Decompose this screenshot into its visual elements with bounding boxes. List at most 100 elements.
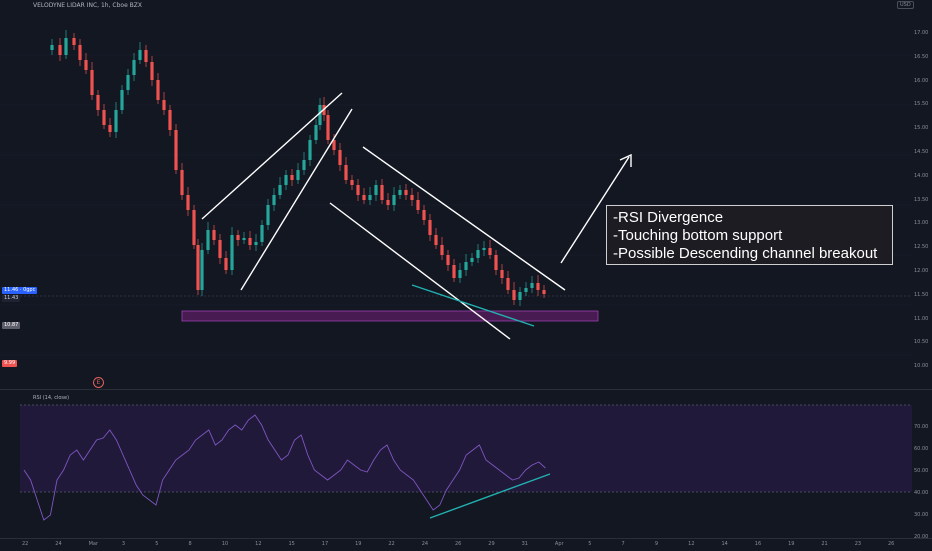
candle-body (192, 210, 196, 245)
candle-body (416, 200, 420, 210)
candle-body (458, 270, 462, 278)
candle-body (162, 100, 166, 110)
candle-body (494, 255, 498, 270)
candle-body (338, 150, 342, 165)
candle-body (422, 210, 426, 220)
candle-body (482, 248, 486, 250)
annotation-line-1: -RSI Divergence (613, 209, 724, 226)
candle-body (536, 283, 540, 290)
time-axis-label: 7 (621, 541, 625, 547)
price-axis-label: 11.50 (914, 291, 929, 298)
time-axis-label: 12 (688, 541, 695, 547)
candle-body (326, 115, 330, 140)
candle-body (186, 195, 190, 210)
time-axis-label: 24 (55, 541, 62, 547)
candle-body (230, 235, 234, 270)
annotation-box[interactable]: -RSI Divergence -Touching bottom support… (606, 205, 893, 265)
candle-body (428, 220, 432, 235)
time-axis-label: 14 (721, 541, 728, 547)
channel-lines (201, 92, 632, 340)
candle-body (218, 240, 222, 258)
candle-body (84, 60, 88, 70)
time-axis-label: 31 (521, 541, 528, 547)
candle-body (440, 245, 444, 255)
candle-body (318, 105, 322, 125)
candle-body (108, 125, 112, 132)
price-axis-label: 14.50 (914, 149, 929, 155)
time-axis-label: 29 (488, 541, 495, 547)
candle-body (524, 288, 528, 292)
candle-body (242, 238, 246, 240)
time-axis-label: 12 (255, 541, 262, 547)
candle-body (392, 195, 396, 205)
time-axis-label: 8 (188, 541, 192, 547)
time-axis-label: 26 (888, 541, 895, 547)
candle-body (290, 175, 294, 180)
time-axis-label: 22 (388, 541, 395, 547)
breakout-arrow-head (619, 153, 632, 167)
candle-body (150, 62, 154, 80)
price-axis-label: 11.00 (914, 315, 929, 322)
rsi-axis-label: 70.00 (914, 424, 929, 430)
time-axis-label: 24 (421, 541, 429, 547)
time-axis-label: Mar (88, 541, 99, 547)
candle-body (248, 238, 252, 245)
current-price-tag-2: 11.43 (2, 295, 21, 302)
candle-body (464, 262, 468, 270)
rsi-axis-label: 60.00 (914, 446, 929, 452)
time-axis-label: 19 (355, 541, 362, 547)
candle-body (144, 50, 148, 62)
time-axis-label: 15 (288, 541, 295, 547)
candle-body (120, 90, 124, 110)
price-chart[interactable] (0, 0, 932, 550)
rsi-axis-label: 40.00 (914, 490, 929, 496)
candlestick-series (50, 30, 546, 306)
candle-body (102, 110, 106, 125)
candle-body (132, 60, 136, 75)
candle-body (446, 255, 450, 265)
candle-body (362, 195, 366, 200)
time-axis-label: 10 (221, 541, 229, 547)
candle-body (308, 140, 312, 160)
rsi-title[interactable]: RSI (14, close) (33, 395, 69, 401)
support-zone (181, 310, 599, 322)
event-marker-icon[interactable]: E (93, 377, 104, 388)
current-price-tag: 11.46 · 0gpc (2, 287, 38, 294)
rsi-axis-label: 30.00 (914, 512, 929, 518)
candle-body (200, 250, 204, 290)
price-axis-label: 12.00 (914, 268, 929, 274)
time-axis-label: 17 (321, 541, 329, 547)
candle-body (64, 38, 68, 55)
price-axis-label: 16.00 (914, 77, 929, 84)
candle-body (278, 185, 282, 195)
candle-body (224, 258, 228, 270)
candle-body (114, 110, 118, 132)
price-axis-label: 17.00 (914, 30, 929, 36)
support-price-tag: 10.87 (2, 322, 21, 329)
price-axis-label: 13.50 (914, 196, 929, 203)
time-axis-label: Apr (554, 541, 564, 547)
candle-body (404, 190, 408, 195)
candle-body (380, 185, 384, 200)
candle-body (410, 195, 414, 200)
time-axis-label: 3 (121, 541, 126, 547)
candle-body (488, 248, 492, 255)
candle-body (174, 130, 178, 170)
candle-body (476, 250, 480, 258)
candle-body (260, 225, 264, 242)
rsi-band (20, 405, 912, 492)
candle-body (196, 245, 200, 290)
candle-body (58, 45, 62, 55)
time-axis-label: 16 (754, 541, 762, 547)
candle-body (314, 125, 318, 140)
candle-body (470, 258, 474, 262)
price-axis-label: 15.00 (914, 125, 929, 132)
candle-body (500, 270, 504, 278)
candle-body (344, 165, 348, 180)
candle-body (530, 283, 534, 288)
price-axis-label: 14.00 (914, 172, 929, 179)
low-price-tag: 9.99 (2, 360, 18, 367)
candle-body (206, 230, 210, 250)
candle-body (156, 80, 160, 100)
pane-separator[interactable] (0, 389, 932, 390)
